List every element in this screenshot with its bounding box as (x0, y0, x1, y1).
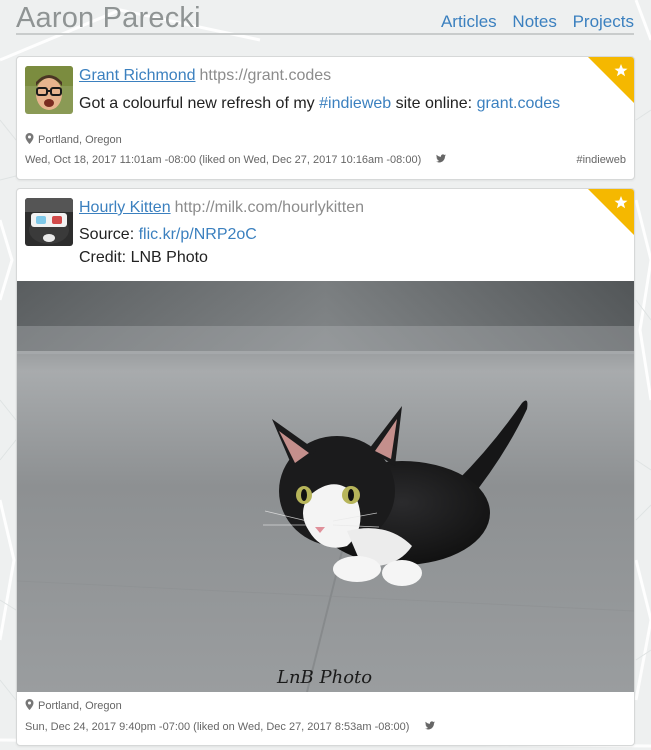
date-text[interactable]: Wed, Oct 18, 2017 11:01am -08:00 (liked … (25, 154, 421, 166)
like-post-card: Hourly Kitten http://milk.com/hourlykitte… (16, 188, 635, 746)
site-header: Aaron Parecki Articles Notes Projects (0, 0, 651, 40)
nav-projects[interactable]: Projects (573, 12, 634, 31)
source-label: Source: (79, 226, 139, 243)
post-location: Portland, Oregon (25, 699, 122, 712)
header-divider (16, 33, 634, 35)
date-text[interactable]: Sun, Dec 24, 2017 9:40pm -07:00 (liked o… (25, 721, 409, 733)
source-line: Source: flic.kr/p/NRP2oC (79, 223, 257, 246)
author-line: Grant Richmond https://grant.codes (79, 67, 331, 85)
author-url[interactable]: https://grant.codes (200, 67, 332, 84)
author-name-link[interactable]: Grant Richmond (79, 67, 196, 84)
content-link[interactable]: grant.codes (477, 95, 561, 112)
post-location: Portland, Oregon (25, 133, 122, 146)
map-pin-icon (25, 699, 34, 710)
author-name-link[interactable]: Hourly Kitten (79, 199, 171, 216)
author-line: Hourly Kitten http://milk.com/hourlykitte… (79, 199, 364, 217)
avatar[interactable] (25, 66, 73, 114)
avatar[interactable] (25, 198, 73, 246)
source-link[interactable]: flic.kr/p/NRP2oC (139, 226, 257, 243)
twitter-icon[interactable] (424, 721, 435, 730)
nav-notes[interactable]: Notes (512, 12, 556, 31)
hashtag-link[interactable]: #indieweb (319, 95, 391, 112)
post-dateline: Sun, Dec 24, 2017 9:40pm -07:00 (liked o… (25, 721, 435, 733)
site-title[interactable]: Aaron Parecki (16, 2, 201, 35)
post-dateline: Wed, Oct 18, 2017 11:01am -08:00 (liked … (25, 154, 447, 166)
author-url[interactable]: http://milk.com/hourlykitten (175, 199, 364, 216)
post-content: Source: flic.kr/p/NRP2oC Credit: LNB Pho… (79, 223, 257, 269)
post-tag[interactable]: #indieweb (576, 154, 626, 166)
star-icon (588, 189, 634, 235)
content-text: Got a colourful new refresh of my (79, 95, 320, 112)
twitter-icon[interactable] (436, 154, 447, 163)
star-icon (588, 57, 634, 103)
post-content: Got a colourful new refresh of my #indie… (79, 92, 560, 115)
location-text[interactable]: Portland, Oregon (38, 700, 122, 712)
kitten-photo[interactable]: LnB Photo (17, 281, 634, 692)
main-nav: Articles Notes Projects (430, 12, 634, 32)
like-post-card: Grant Richmond https://grant.codes Got a … (16, 56, 635, 180)
credit-line: Credit: LNB Photo (79, 249, 208, 266)
photo-signature: LnB Photo (276, 667, 372, 688)
location-text[interactable]: Portland, Oregon (38, 134, 122, 146)
nav-articles[interactable]: Articles (441, 12, 497, 31)
map-pin-icon (25, 133, 34, 144)
content-text-2: site online: (391, 95, 477, 112)
